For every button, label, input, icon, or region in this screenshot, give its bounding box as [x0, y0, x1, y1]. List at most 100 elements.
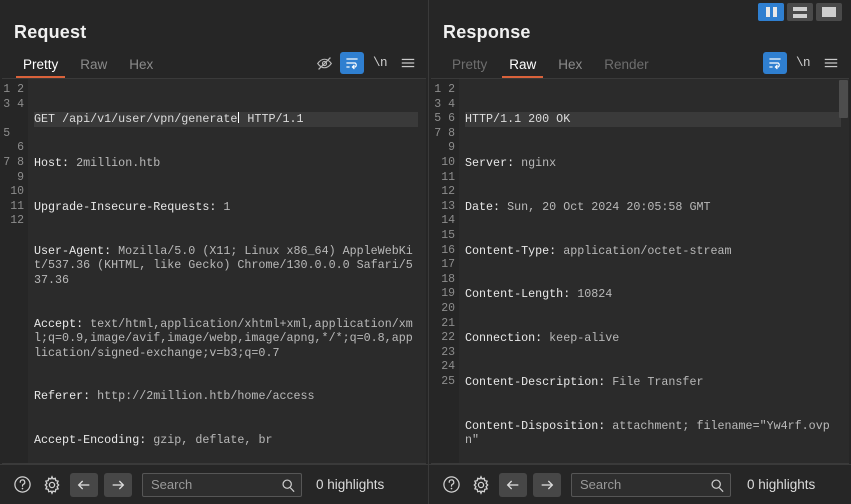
- search-input[interactable]: [572, 474, 730, 496]
- response-line-6: Connection: keep-alive: [465, 331, 841, 346]
- tab-response-raw[interactable]: Raw: [498, 57, 547, 78]
- response-line-5: Content-Length: 10824: [465, 287, 841, 302]
- response-highlight-count: 0 highlights: [747, 477, 815, 492]
- line-number: 17: [441, 258, 455, 271]
- response-code-area[interactable]: 1 2 3 4 5 6 7 8 9 10 11 12 13 14 15 16 1…: [431, 78, 849, 464]
- request-line-3: Upgrade-Insecure-Requests: 1: [34, 200, 418, 215]
- line-number: 10: [10, 185, 24, 198]
- request-path: /api/v1/user/vpn/generate: [62, 112, 237, 126]
- gear-icon[interactable]: [469, 473, 493, 497]
- menu-icon[interactable]: [396, 52, 420, 74]
- request-panel-title: Request: [14, 22, 86, 43]
- line-number: 19: [441, 287, 455, 300]
- request-header: Request Pretty Raw Hex: [0, 0, 428, 78]
- request-header-tools: \n: [312, 52, 420, 74]
- arrow-right-icon[interactable]: [104, 473, 132, 497]
- line-number: 9: [17, 171, 24, 184]
- line-number: 5: [434, 112, 441, 125]
- response-raw-text[interactable]: HTTP/1.1 200 OK Server: nginx Date: Sun,…: [459, 79, 849, 463]
- word-wrap-icon[interactable]: [340, 52, 364, 74]
- line-number: 25: [441, 375, 455, 388]
- line-number: 4: [448, 98, 455, 111]
- line-number: 8: [448, 127, 455, 140]
- gear-icon[interactable]: [40, 473, 64, 497]
- arrow-left-icon[interactable]: [499, 473, 527, 497]
- response-line-4: Content-Type: application/octet-stream: [465, 244, 841, 259]
- response-tabs: Pretty Raw Hex Render: [429, 50, 660, 78]
- line-number: 11: [10, 200, 24, 213]
- text-caret: [238, 112, 239, 123]
- response-line-7: Content-Description: File Transfer: [465, 375, 841, 390]
- line-number: 6: [448, 112, 455, 125]
- line-number: 13: [441, 200, 455, 213]
- eye-off-icon[interactable]: [312, 52, 336, 74]
- word-wrap-icon[interactable]: [763, 52, 787, 74]
- line-number: 6: [17, 141, 24, 154]
- request-line-5: Accept: text/html,application/xhtml+xml,…: [34, 317, 418, 361]
- line-number: 7: [434, 127, 441, 140]
- response-line-8: Content-Disposition: attachment; filenam…: [465, 419, 841, 448]
- tab-request-hex[interactable]: Hex: [118, 57, 164, 78]
- request-line-6: Referer: http://2million.htb/home/access: [34, 389, 418, 404]
- vertical-scrollbar-thumb[interactable]: [839, 80, 848, 118]
- newline-icon[interactable]: \n: [791, 52, 815, 74]
- response-line-numbers: 1 2 3 4 5 6 7 8 9 10 11 12 13 14 15 16 1…: [431, 79, 459, 463]
- magnifier-icon[interactable]: [281, 478, 296, 493]
- tab-response-pretty[interactable]: Pretty: [441, 57, 498, 78]
- http-version: HTTP/1.1: [247, 112, 303, 126]
- request-line-7: Accept-Encoding: gzip, deflate, br: [34, 433, 418, 448]
- request-raw-text[interactable]: GET /api/v1/user/vpn/generate HTTP/1.1 H…: [28, 79, 426, 463]
- newline-icon[interactable]: \n: [368, 52, 392, 74]
- layout-buttons: [758, 3, 842, 21]
- response-panel: Response Pretty Raw Hex Render \n: [429, 0, 851, 504]
- line-number: 16: [441, 244, 455, 257]
- line-number: 1: [434, 83, 441, 96]
- request-highlight-count: 0 highlights: [316, 477, 384, 492]
- line-number: 12: [10, 214, 24, 227]
- search-input[interactable]: [143, 474, 301, 496]
- split-vertical-icon[interactable]: [758, 3, 784, 21]
- line-number: 11: [441, 171, 455, 184]
- newline-label: \n: [373, 56, 387, 70]
- tab-request-raw[interactable]: Raw: [69, 57, 118, 78]
- question-circle-icon[interactable]: [10, 473, 34, 497]
- tab-response-hex[interactable]: Hex: [547, 57, 593, 78]
- single-pane-icon[interactable]: [816, 3, 842, 21]
- line-number: 2: [448, 83, 455, 96]
- tab-request-pretty[interactable]: Pretty: [12, 57, 69, 78]
- line-number: 2: [17, 83, 24, 96]
- line-number: 21: [441, 317, 455, 330]
- line-number: 24: [441, 360, 455, 373]
- request-line-1: GET /api/v1/user/vpn/generate HTTP/1.1: [34, 112, 418, 127]
- line-number: 9: [448, 141, 455, 154]
- search-box[interactable]: [142, 473, 302, 497]
- response-header: Response Pretty Raw Hex Render \n: [429, 0, 851, 78]
- response-line-1: HTTP/1.1 200 OK: [465, 112, 841, 127]
- arrow-right-icon[interactable]: [533, 473, 561, 497]
- question-circle-icon[interactable]: [439, 473, 463, 497]
- repeater-message-editor: Request Pretty Raw Hex: [0, 0, 851, 504]
- request-tabs: Pretty Raw Hex: [0, 50, 164, 78]
- line-number: 3: [3, 98, 10, 111]
- tab-response-render[interactable]: Render: [593, 57, 659, 78]
- line-number: 3: [434, 98, 441, 111]
- arrow-left-icon[interactable]: [70, 473, 98, 497]
- menu-icon[interactable]: [819, 52, 843, 74]
- line-number: 18: [441, 273, 455, 286]
- response-panel-title: Response: [443, 22, 531, 43]
- line-number: 5: [3, 127, 10, 140]
- line-number: 4: [17, 98, 24, 111]
- line-number: 15: [441, 229, 455, 242]
- response-line-3: Date: Sun, 20 Oct 2024 20:05:58 GMT: [465, 200, 841, 215]
- request-code-area[interactable]: 1 2 3 4 5 6 7 8 9 10 11 12 GET /api/v1/u…: [2, 78, 426, 464]
- line-number: 20: [441, 302, 455, 315]
- line-number: 1: [3, 83, 10, 96]
- request-line-2: Host: 2million.htb: [34, 156, 418, 171]
- search-box[interactable]: [571, 473, 731, 497]
- line-number: 7: [3, 156, 10, 169]
- request-footer: 0 highlights: [0, 464, 428, 504]
- split-horizontal-icon[interactable]: [787, 3, 813, 21]
- magnifier-icon[interactable]: [710, 478, 725, 493]
- http-method: GET: [34, 112, 55, 126]
- response-line-2: Server: nginx: [465, 156, 841, 171]
